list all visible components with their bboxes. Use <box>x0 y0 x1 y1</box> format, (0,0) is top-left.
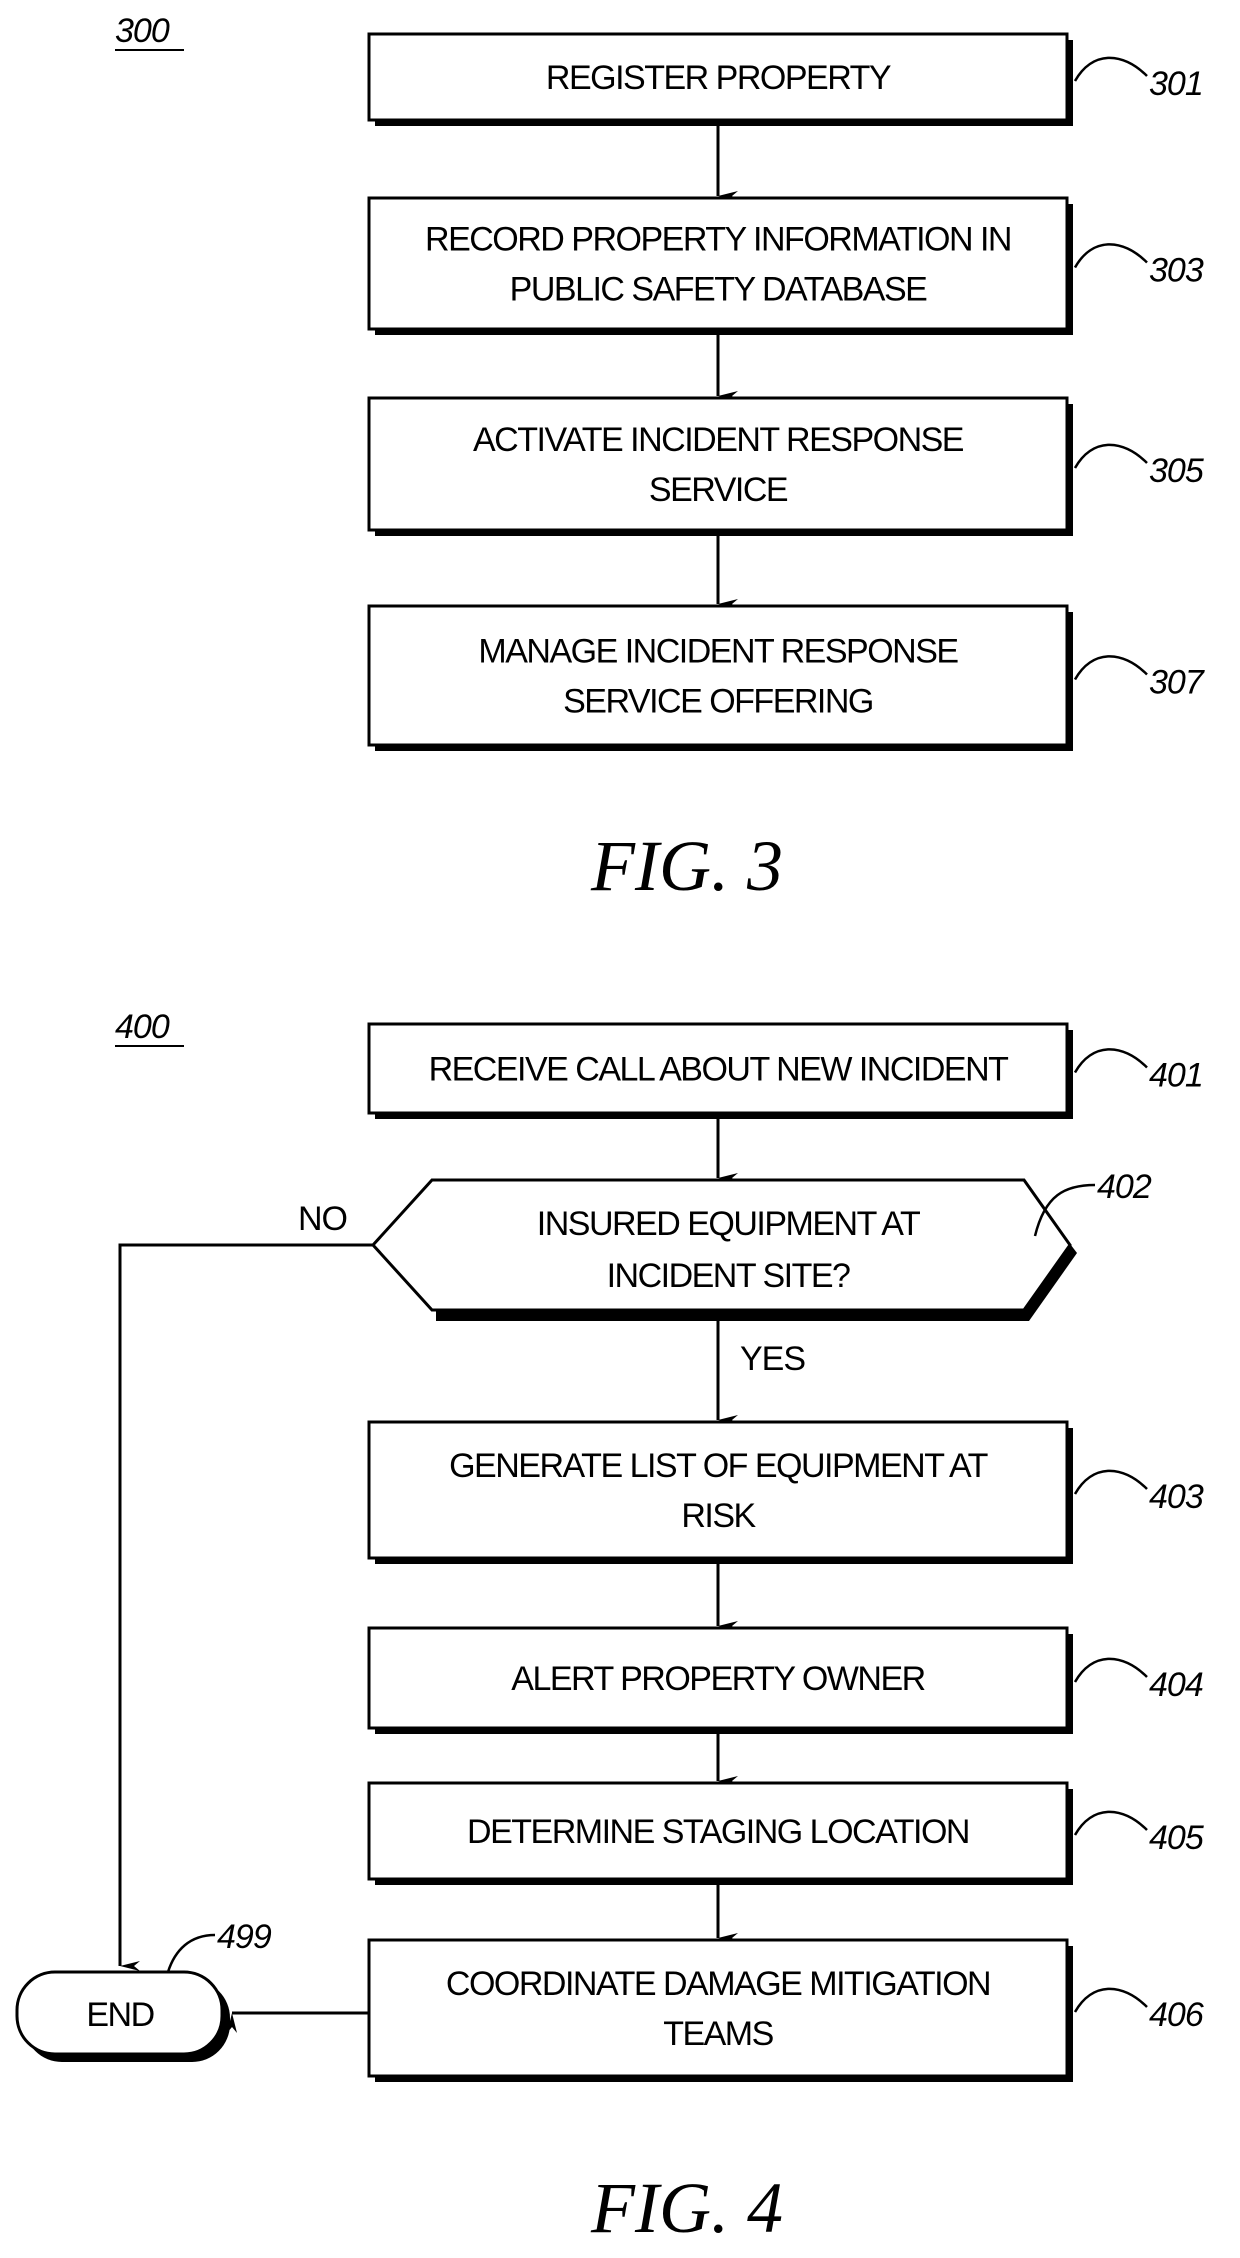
step-307-text-line-1: MANAGE INCIDENT RESPONSE <box>478 633 958 671</box>
step-303-ref-leader <box>1073 243 1148 269</box>
step-403: GENERATE LIST OF EQUIPMENT AT RISK 403 <box>367 1420 1205 1564</box>
step-405-ref-leader <box>1073 1810 1148 1836</box>
step-401-ref-leader <box>1073 1048 1148 1074</box>
end-label: END <box>86 1996 153 2034</box>
step-405-ref: 405 <box>1149 1819 1204 1857</box>
step-307-box <box>367 604 1069 747</box>
figure-4-ref-label: 400 <box>115 1008 170 1046</box>
step-403-ref: 403 <box>1149 1478 1204 1516</box>
end-ref: 499 <box>217 1918 272 1956</box>
step-305-text-line-2: SERVICE <box>649 471 788 509</box>
step-401-text-line-1: RECEIVE CALL ABOUT NEW INCIDENT <box>429 1051 1009 1089</box>
end-ref-leader <box>166 1933 216 1973</box>
patent-drawing-sheet: 300 REGISTER PROPERTY 301 RECORD PROPERTY … <box>15 12 1206 2248</box>
step-401: RECEIVE CALL ABOUT NEW INCIDENT 401 <box>367 1022 1204 1119</box>
figure-4: 400 RECEIVE CALL ABOUT NEW INCIDENT 401 GE… <box>15 1008 1205 2248</box>
step-305: ACTIVATE INCIDENT RESPONSE SERVICE 305 <box>367 396 1205 536</box>
decision-ref: 402 <box>1097 1168 1152 1206</box>
step-405-text-line-1: DETERMINE STAGING LOCATION <box>467 1813 969 1851</box>
step-305-ref: 305 <box>1149 452 1204 490</box>
step-303-text-line-1: RECORD PROPERTY INFORMATION IN <box>425 221 1011 259</box>
no-label: NO <box>298 1200 347 1238</box>
step-403-text-line-2: RISK <box>681 1497 756 1535</box>
no-branch-connector <box>118 1243 373 1971</box>
figure-3-caption: FIG. 3 <box>590 826 783 906</box>
figure-4-caption: FIG. 4 <box>590 2168 783 2248</box>
step-303-ref: 303 <box>1149 252 1204 290</box>
decision-text-line-2: INCIDENT SITE? <box>607 1257 850 1295</box>
step-307: MANAGE INCIDENT RESPONSE SERVICE OFFERING… <box>367 604 1206 751</box>
step-305-text-line-1: ACTIVATE INCIDENT RESPONSE <box>473 421 964 459</box>
step-303-box <box>367 196 1069 331</box>
step-406-text-line-2: TEAMS <box>663 2015 773 2053</box>
step-404-ref-leader <box>1073 1657 1148 1683</box>
step-307-text-line-2: SERVICE OFFERING <box>563 683 873 721</box>
yes-label: YES <box>740 1340 805 1378</box>
step-406-text-line-1: COORDINATE DAMAGE MITIGATION <box>446 1965 990 2003</box>
step-305-ref-leader <box>1073 443 1148 469</box>
step-303: RECORD PROPERTY INFORMATION IN PUBLIC SAF… <box>367 196 1205 335</box>
end-terminal: END 499 <box>15 1918 273 2062</box>
step-406: COORDINATE DAMAGE MITIGATION TEAMS 406 <box>367 1938 1205 2082</box>
step-301: REGISTER PROPERTY 301 <box>367 32 1204 126</box>
step-305-box <box>367 396 1069 532</box>
step-403-ref-leader <box>1073 1469 1148 1495</box>
figure-3: 300 REGISTER PROPERTY 301 RECORD PROPERTY … <box>115 12 1206 906</box>
step-404-ref: 404 <box>1149 1666 1203 1704</box>
decision-text-line-1: INSURED EQUIPMENT AT <box>537 1205 920 1243</box>
step-307-ref-leader <box>1073 655 1148 681</box>
step-405: DETERMINE STAGING LOCATION 405 <box>367 1781 1205 1885</box>
step-406-box <box>367 1938 1069 2078</box>
step-406-ref: 406 <box>1149 1996 1204 2034</box>
step-403-text-line-1: GENERATE LIST OF EQUIPMENT AT <box>449 1447 987 1485</box>
decision-402: INSURED EQUIPMENT AT INCIDENT SITE? 402 … <box>298 1168 1153 1378</box>
step-307-ref: 307 <box>1149 664 1205 702</box>
step-303-text-line-2: PUBLIC SAFETY DATABASE <box>510 271 928 309</box>
step-404-text-line-1: ALERT PROPERTY OWNER <box>511 1660 924 1698</box>
figure-3-ref-label: 300 <box>115 12 170 50</box>
step-403-box <box>367 1420 1069 1560</box>
step-301-ref: 301 <box>1149 65 1203 103</box>
step-404: ALERT PROPERTY OWNER 404 <box>367 1626 1204 1734</box>
step-301-ref-leader <box>1073 56 1148 82</box>
step-406-ref-leader <box>1073 1987 1148 2013</box>
step-401-ref: 401 <box>1149 1057 1203 1095</box>
step-301-text-line-1: REGISTER PROPERTY <box>546 59 891 97</box>
